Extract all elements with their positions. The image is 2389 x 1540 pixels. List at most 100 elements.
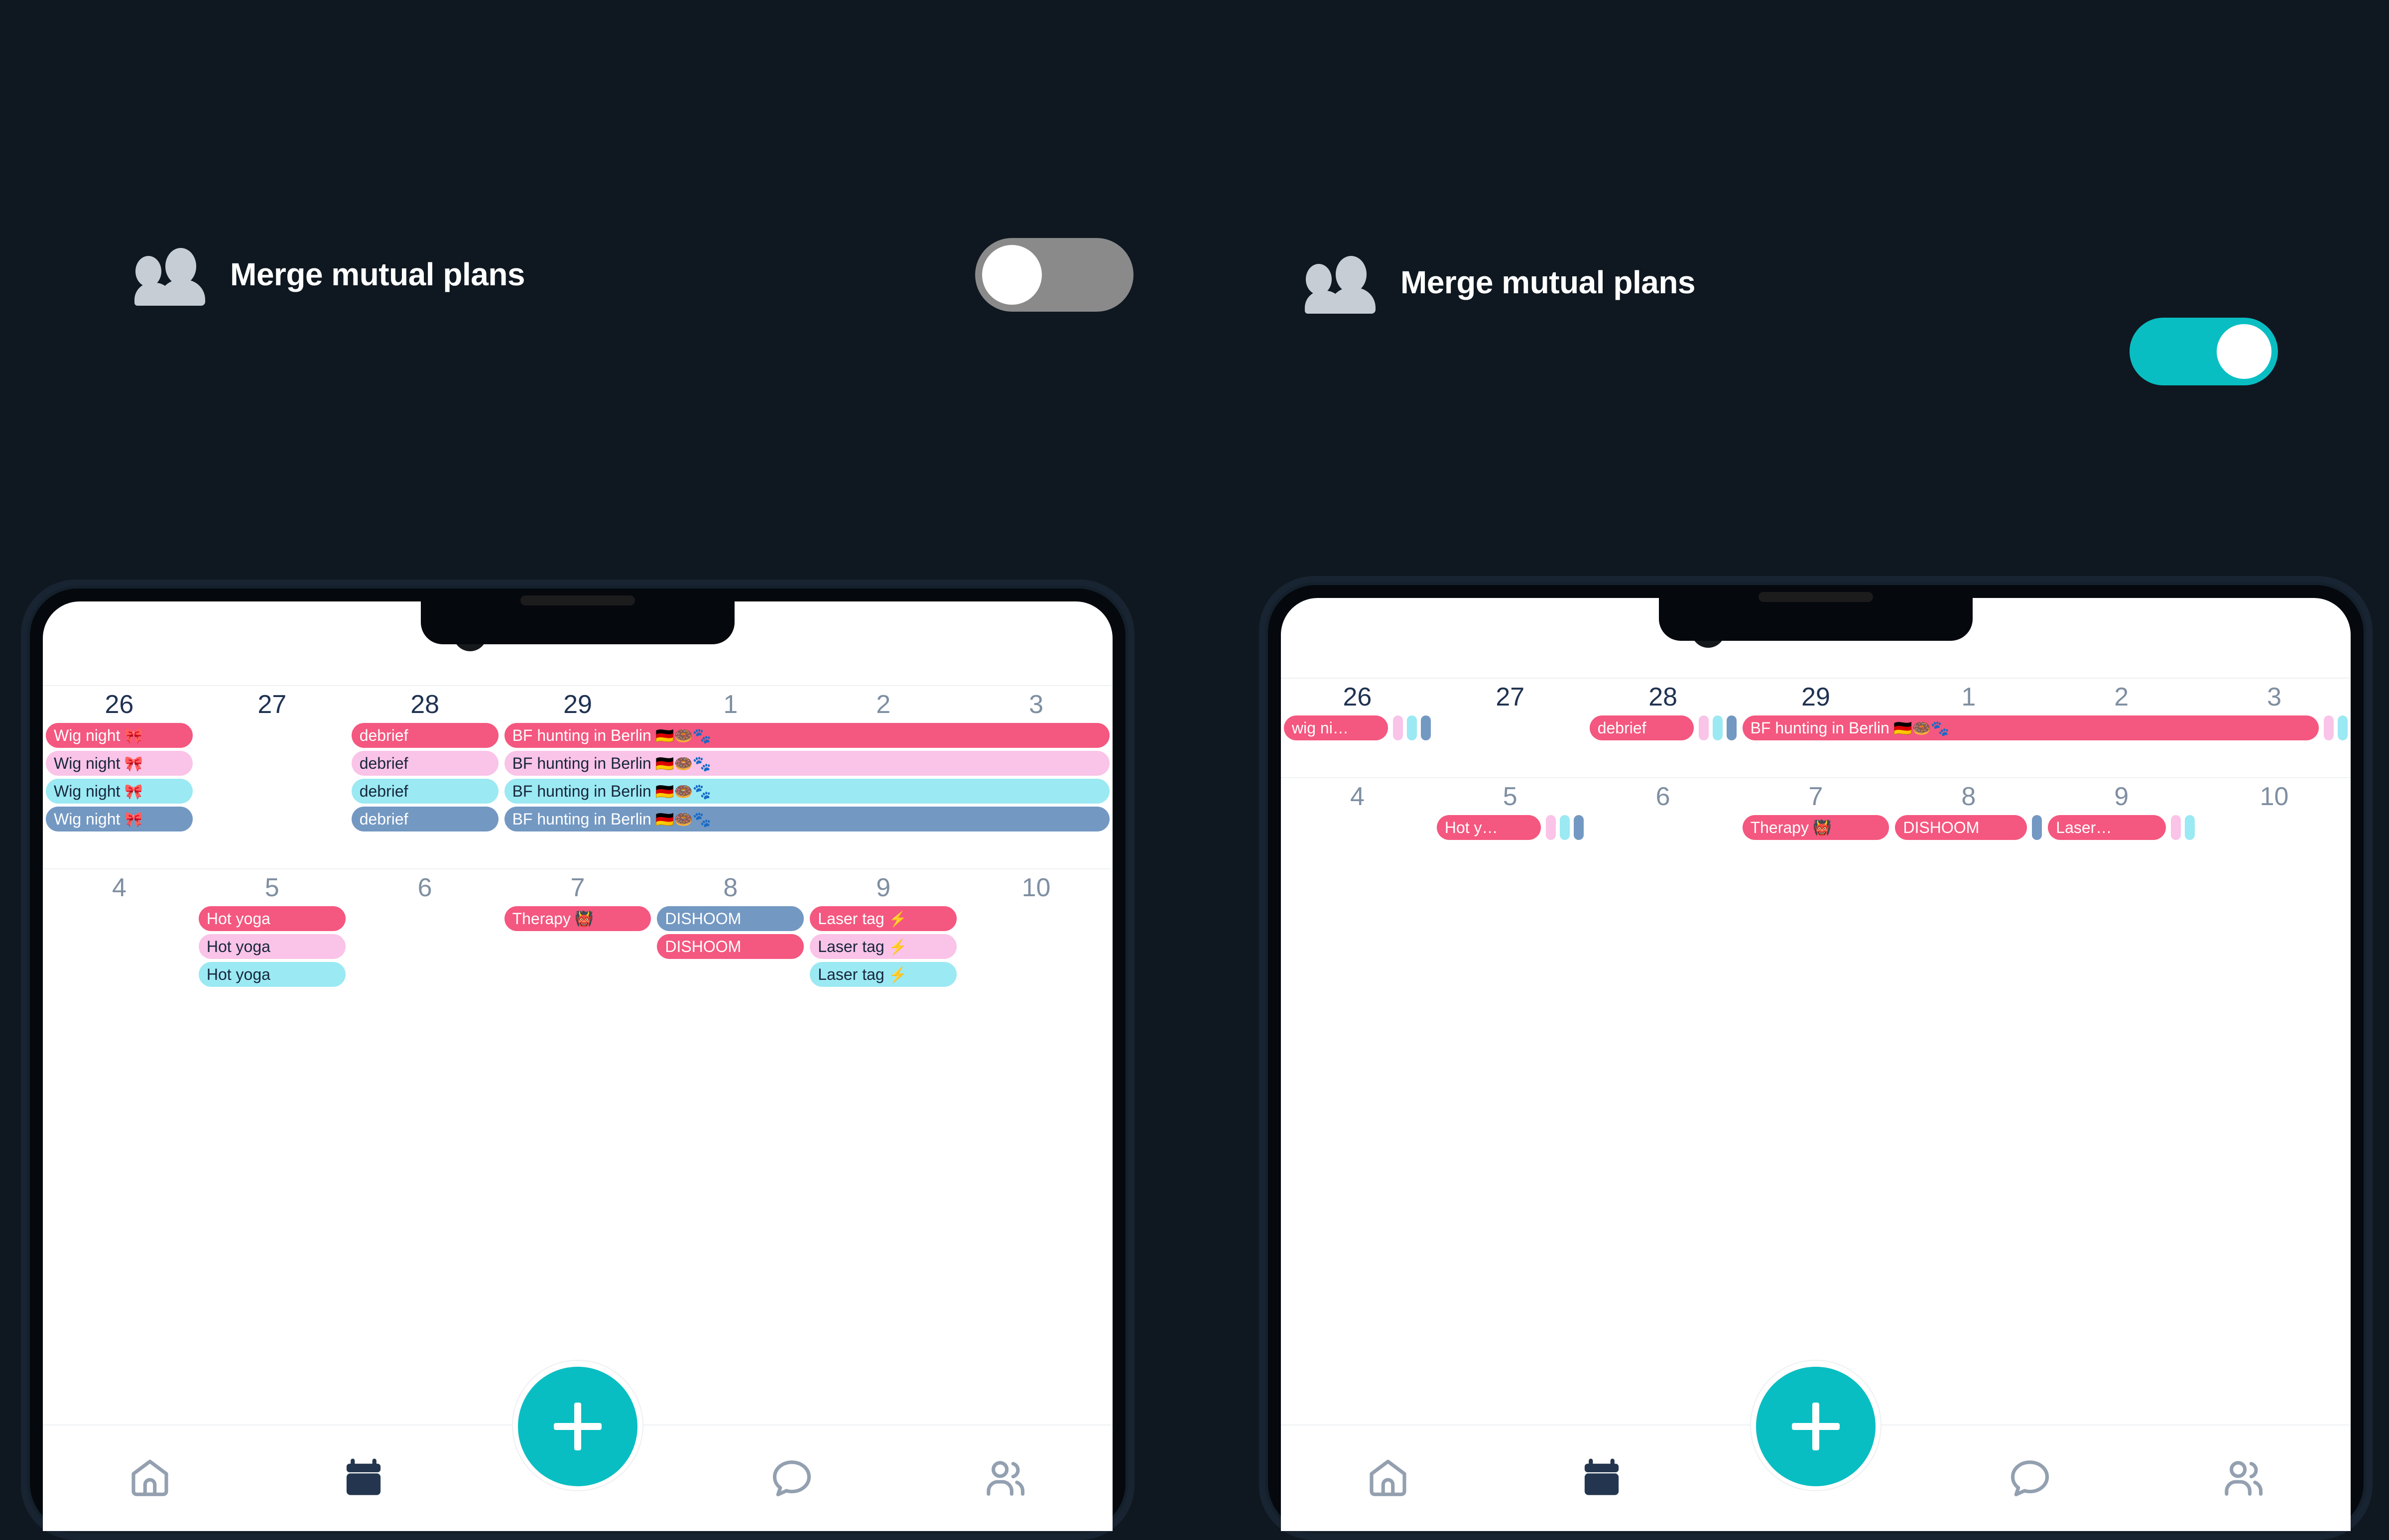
merged-participant-marker (1698, 715, 1709, 740)
calendar-event-pill[interactable]: BF hunting in Berlin 🇩🇪🍩🐾 (504, 807, 1110, 831)
events-area: wig ni… debrief BF hunting in Berlin 🇩🇪🍩🐾 (1281, 715, 2351, 757)
day-number[interactable]: 3 (960, 686, 1113, 723)
day-number-row: 26 27 28 29 1 2 3 (43, 686, 1113, 723)
calendar-event-pill[interactable]: debrief (351, 807, 499, 831)
day-number[interactable]: 27 (1434, 679, 1587, 715)
nav-item-friends[interactable] (2137, 1425, 2351, 1531)
event-title: BF hunting in Berlin (512, 754, 651, 772)
people-icon (1305, 253, 1380, 314)
calendar-event-pill[interactable]: Therapy 👹 (1742, 815, 1889, 840)
merged-participant-marker (1406, 715, 1417, 740)
day-number[interactable]: 2 (807, 686, 960, 723)
calendar-event-pill[interactable]: DISHOOM (1895, 815, 2027, 840)
nav-item-calendar[interactable] (257, 1425, 471, 1531)
day-number[interactable]: 8 (654, 869, 807, 906)
merge-mutual-plans-row: Merge mutual plans (134, 245, 525, 306)
nav-item-home[interactable] (1281, 1425, 1495, 1531)
day-number[interactable]: 28 (1587, 679, 1740, 715)
day-number[interactable]: 8 (1892, 778, 2045, 815)
calendar-event-pill[interactable]: Hot y… (1436, 815, 1541, 840)
calendar-event-pill[interactable]: BF hunting in Berlin 🇩🇪🍩🐾 (1742, 715, 2319, 740)
calendar-event-pill[interactable]: BF hunting in Berlin 🇩🇪🍩🐾 (504, 751, 1110, 776)
calendar-event-pill[interactable]: Laser tag ⚡ (810, 934, 957, 959)
event-title: Therapy (1750, 819, 1809, 836)
calendar-event-pill[interactable]: Laser… (2048, 815, 2166, 840)
calendar-grid: 26 27 28 29 1 2 3 Wig night 🎀 Wig night 🎀 Wig nig… (43, 685, 1113, 1019)
nav-item-chat[interactable] (685, 1425, 899, 1531)
event-emoji: ⚡ (884, 911, 907, 928)
calendar-event-pill[interactable]: BF hunting in Berlin 🇩🇪🍩🐾 (504, 723, 1110, 748)
event-title: DISHOOM (665, 910, 742, 928)
calendar-event-pill[interactable]: Wig night 🎀 (46, 807, 193, 831)
calendar-event-pill[interactable]: debrief (351, 779, 499, 804)
calendar-event-pill[interactable]: Laser tag ⚡ (810, 962, 957, 987)
calendar-event-pill[interactable]: Hot yoga (198, 962, 346, 987)
events-area: Wig night 🎀 Wig night 🎀 Wig night 🎀 Wig nig… (43, 723, 1113, 848)
day-number-row: 4 5 6 7 8 9 10 (43, 869, 1113, 906)
merge-mutual-plans-toggle[interactable] (2130, 318, 2278, 385)
day-number[interactable]: 28 (349, 686, 502, 723)
calendar-event-pill[interactable]: Therapy 👹 (504, 906, 651, 931)
event-emoji: ⚡ (884, 967, 907, 983)
nav-item-chat[interactable] (1923, 1425, 2137, 1531)
day-number[interactable]: 7 (502, 869, 654, 906)
day-number[interactable]: 27 (196, 686, 349, 723)
merged-participant-marker (2324, 715, 2334, 740)
nav-item-calendar[interactable] (1495, 1425, 1709, 1531)
nav-item-friends[interactable] (898, 1425, 1113, 1531)
calendar-event-pill[interactable]: Laser tag ⚡ (810, 906, 957, 931)
day-number[interactable]: 6 (349, 869, 502, 906)
day-number[interactable]: 6 (1587, 778, 1740, 815)
event-title: Hot yoga (206, 938, 270, 955)
calendar-event-pill[interactable]: Hot yoga (198, 934, 346, 959)
day-number[interactable]: 4 (43, 869, 196, 906)
phone-notch (1659, 585, 1973, 641)
day-number[interactable]: 3 (2198, 679, 2351, 715)
toggle-knob (982, 245, 1042, 305)
day-number[interactable]: 29 (502, 686, 654, 723)
day-number[interactable]: 10 (960, 869, 1113, 906)
day-number[interactable]: 7 (1740, 778, 1892, 815)
add-plan-button[interactable] (1756, 1367, 1876, 1486)
day-number[interactable]: 26 (43, 686, 196, 723)
day-number[interactable]: 26 (1281, 679, 1434, 715)
event-emoji: 👹 (1808, 820, 1832, 836)
add-plan-button[interactable] (518, 1367, 637, 1486)
day-number[interactable]: 9 (2045, 778, 2198, 815)
merge-mutual-plans-toggle[interactable] (975, 238, 1133, 312)
calendar-event-pill[interactable]: wig ni… (1284, 715, 1388, 740)
calendar-event-pill[interactable]: Wig night 🎀 (46, 723, 193, 748)
calendar-event-pill[interactable]: debrief (351, 751, 499, 776)
day-number[interactable]: 5 (1434, 778, 1587, 815)
calendar-event-pill[interactable]: debrief (1589, 715, 1694, 740)
event-emoji: 🇩🇪🍩🐾 (651, 756, 712, 772)
event-title: Therapy (512, 910, 571, 928)
nav-item-home[interactable] (43, 1425, 257, 1531)
day-number[interactable]: 5 (196, 869, 349, 906)
calendar-event-pill[interactable]: Hot yoga (198, 906, 346, 931)
event-title: debrief (359, 726, 408, 744)
day-number[interactable]: 9 (807, 869, 960, 906)
calendar-event-pill[interactable]: DISHOOM (657, 906, 804, 931)
event-title: Wig night (54, 810, 121, 828)
day-number-row: 4 5 6 7 8 9 10 (1281, 778, 2351, 815)
events-area: Hot yoga Hot yoga Hot yoga Therapy 👹 DISHOOM… (43, 906, 1113, 1004)
day-number[interactable]: 10 (2198, 778, 2351, 815)
day-number[interactable]: 1 (654, 686, 807, 723)
calendar-event-pill[interactable]: debrief (351, 723, 499, 748)
merged-participant-marker (1545, 815, 1556, 840)
event-emoji: 🇩🇪🍩🐾 (651, 784, 712, 800)
day-number[interactable]: 29 (1740, 679, 1892, 715)
phone-screen: 26 27 28 29 1 2 3 wig ni… debrief BF hunting in B… (1281, 598, 2351, 1531)
event-title: Laser tag (818, 910, 884, 928)
day-number[interactable]: 1 (1892, 679, 2045, 715)
calendar-event-pill[interactable]: Wig night 🎀 (46, 751, 193, 776)
calendar-event-pill[interactable]: Wig night 🎀 (46, 779, 193, 804)
day-number[interactable]: 4 (1281, 778, 1434, 815)
event-title: Laser tag (818, 938, 884, 955)
earpiece-speaker (520, 595, 635, 605)
day-number[interactable]: 2 (2045, 679, 2198, 715)
calendar-event-pill[interactable]: DISHOOM (657, 934, 804, 959)
plus-icon-vertical (574, 1403, 581, 1450)
calendar-event-pill[interactable]: BF hunting in Berlin 🇩🇪🍩🐾 (504, 779, 1110, 804)
